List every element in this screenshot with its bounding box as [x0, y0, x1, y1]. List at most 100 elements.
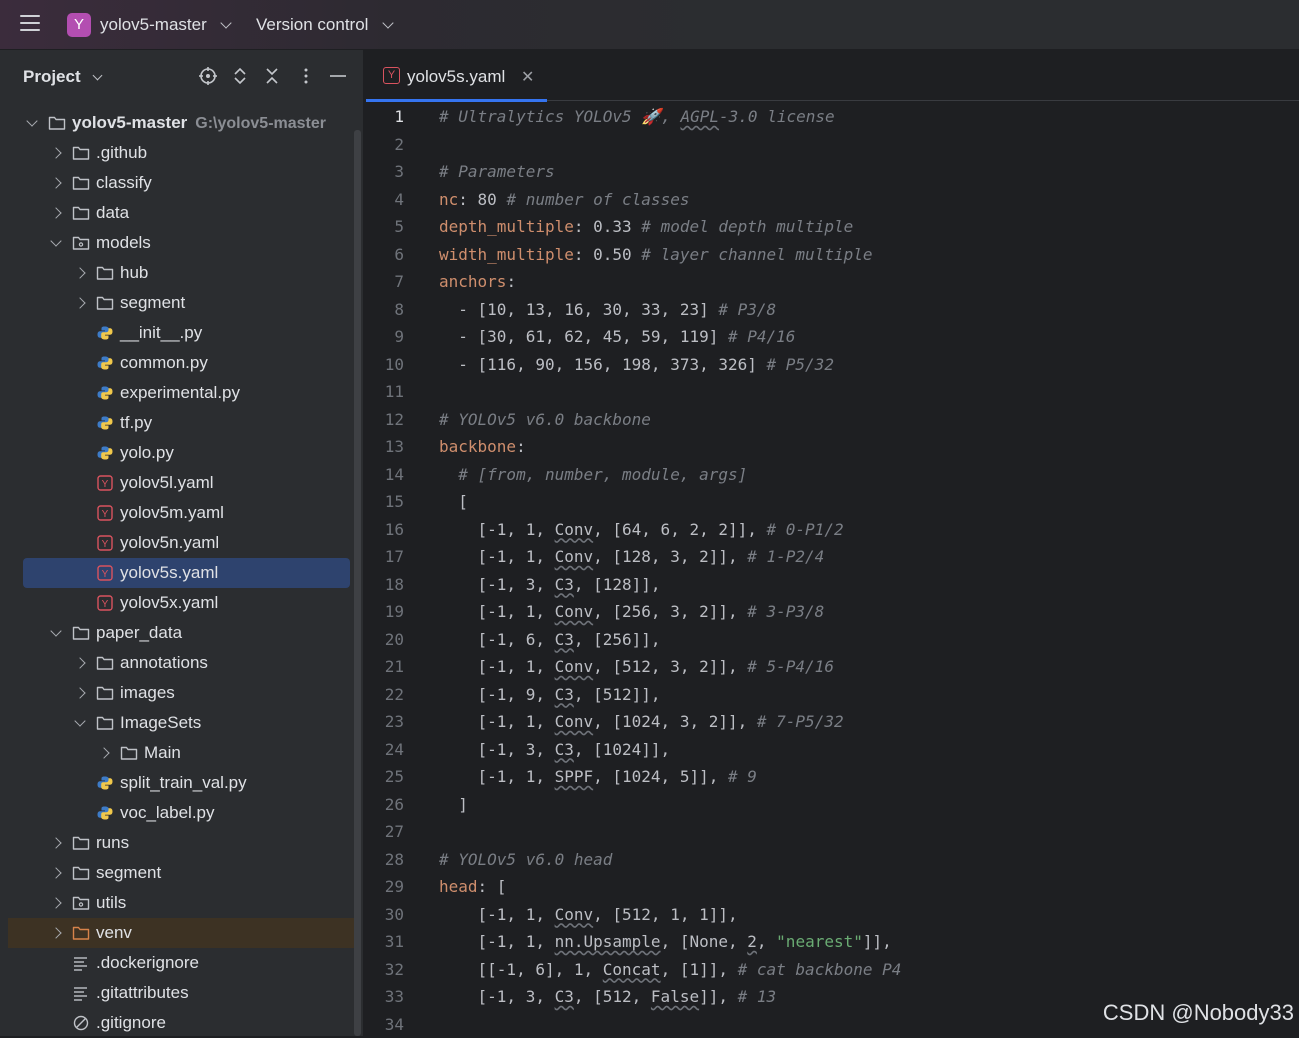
- tree-item[interactable]: hub: [8, 258, 354, 288]
- code-line[interactable]: 6width_multiple: 0.50 # layer channel mu…: [366, 241, 1299, 269]
- code-line[interactable]: 19 [-1, 1, Conv, [256, 3, 2]], # 3-P3/8: [366, 598, 1299, 626]
- chevron-right-icon[interactable]: [74, 657, 85, 668]
- code-line[interactable]: 25 [-1, 1, SPPF, [1024, 5]], # 9: [366, 763, 1299, 791]
- code-line[interactable]: 31 [-1, 1, nn.Upsample, [None, 2, "neare…: [366, 928, 1299, 956]
- tree-item[interactable]: common.py: [8, 348, 354, 378]
- line-number: 30: [366, 901, 404, 929]
- tree-item[interactable]: Main: [8, 738, 354, 768]
- chevron-right-icon[interactable]: [74, 297, 85, 308]
- tree-item[interactable]: segment: [8, 858, 354, 888]
- code-line[interactable]: 24 [-1, 3, C3, [1024]],: [366, 736, 1299, 764]
- options-menu-icon[interactable]: [296, 66, 316, 86]
- tree-item[interactable]: Yyolov5x.yaml: [8, 588, 354, 618]
- panel-title[interactable]: Project: [23, 67, 81, 87]
- code-line[interactable]: 12# YOLOv5 v6.0 backbone: [366, 406, 1299, 434]
- chevron-down-icon[interactable]: [74, 715, 85, 726]
- code-line[interactable]: 26 ]: [366, 791, 1299, 819]
- tree-item[interactable]: runs: [8, 828, 354, 858]
- project-switcher[interactable]: yolov5-master: [100, 15, 207, 35]
- tree-item[interactable]: split_train_val.py: [8, 768, 354, 798]
- code-line[interactable]: 9 - [30, 61, 62, 45, 59, 119] # P4/16: [366, 323, 1299, 351]
- chevron-down-icon[interactable]: [50, 625, 61, 636]
- line-number: 5: [366, 213, 404, 241]
- code-token: [-1, 3,: [439, 987, 555, 1006]
- tree-item[interactable]: annotations: [8, 648, 354, 678]
- chevron-right-icon[interactable]: [50, 147, 61, 158]
- tree-scrollbar[interactable]: [354, 130, 361, 1036]
- code-line[interactable]: 13backbone:: [366, 433, 1299, 461]
- tree-item[interactable]: voc_label.py: [8, 798, 354, 828]
- chevron-down-icon[interactable]: [93, 71, 103, 81]
- code-line[interactable]: 18 [-1, 3, C3, [128]],: [366, 571, 1299, 599]
- code-line[interactable]: 15 [: [366, 488, 1299, 516]
- code-line[interactable]: 8 - [10, 13, 16, 30, 33, 23] # P3/8: [366, 296, 1299, 324]
- project-badge[interactable]: Y: [67, 13, 91, 37]
- chevron-right-icon[interactable]: [50, 897, 61, 908]
- tree-item[interactable]: segment: [8, 288, 354, 318]
- tree-item[interactable]: Yyolov5s.yaml: [23, 558, 350, 588]
- tree-item[interactable]: Yyolov5l.yaml: [8, 468, 354, 498]
- code-line[interactable]: 30 [-1, 1, Conv, [512, 1, 1]],: [366, 901, 1299, 929]
- chevron-right-icon[interactable]: [74, 267, 85, 278]
- hide-panel-icon[interactable]: [328, 66, 348, 86]
- code-line[interactable]: 3# Parameters: [366, 158, 1299, 186]
- tree-item[interactable]: .dockerignore: [8, 948, 354, 978]
- chevron-right-icon[interactable]: [50, 867, 61, 878]
- tree-item[interactable]: ImageSets: [8, 708, 354, 738]
- tab-yolov5s-yaml[interactable]: Y yolov5s.yaml ✕: [366, 50, 547, 101]
- tree-item[interactable]: yolo.py: [8, 438, 354, 468]
- code-line[interactable]: 5depth_multiple: 0.33 # model depth mult…: [366, 213, 1299, 241]
- tree-item[interactable]: classify: [8, 168, 354, 198]
- code-line[interactable]: 2: [366, 131, 1299, 159]
- tree-item[interactable]: .gitattributes: [8, 978, 354, 1008]
- tree-item[interactable]: Yyolov5m.yaml: [8, 498, 354, 528]
- code-line[interactable]: 23 [-1, 1, Conv, [1024, 3, 2]], # 7-P5/3…: [366, 708, 1299, 736]
- code-line[interactable]: 10 - [116, 90, 156, 198, 373, 326] # P5/…: [366, 351, 1299, 379]
- tree-item[interactable]: tf.py: [8, 408, 354, 438]
- code-line[interactable]: 11: [366, 378, 1299, 406]
- code-line[interactable]: 28# YOLOv5 v6.0 head: [366, 846, 1299, 874]
- code-line[interactable]: 20 [-1, 6, C3, [256]],: [366, 626, 1299, 654]
- chevron-down-icon[interactable]: [26, 115, 37, 126]
- close-icon[interactable]: ✕: [521, 67, 534, 87]
- chevron-right-icon[interactable]: [50, 927, 61, 938]
- code-text: anchors:: [439, 268, 516, 296]
- main-menu-icon[interactable]: [20, 15, 40, 33]
- expand-all-icon[interactable]: [230, 66, 250, 86]
- code-line[interactable]: 4nc: 80 # number of classes: [366, 186, 1299, 214]
- tree-item[interactable]: .github: [8, 138, 354, 168]
- tree-item[interactable]: yolov5-masterG:\yolov5-master: [8, 108, 354, 138]
- chevron-right-icon[interactable]: [74, 687, 85, 698]
- tree-item[interactable]: utils: [8, 888, 354, 918]
- locate-file-icon[interactable]: [198, 66, 218, 86]
- tree-item[interactable]: Yyolov5n.yaml: [8, 528, 354, 558]
- code-line[interactable]: 29head: [: [366, 873, 1299, 901]
- tree-item[interactable]: images: [8, 678, 354, 708]
- code-editor[interactable]: 1# Ultralytics YOLOv5 🚀, AGPL-3.0 licens…: [366, 103, 1299, 1038]
- chevron-right-icon[interactable]: [50, 207, 61, 218]
- version-control-menu[interactable]: Version control: [256, 15, 368, 35]
- tree-item[interactable]: paper_data: [8, 618, 354, 648]
- tree-item[interactable]: models: [8, 228, 354, 258]
- tree-item[interactable]: .gitignore: [8, 1008, 354, 1038]
- code-line[interactable]: 22 [-1, 9, C3, [512]],: [366, 681, 1299, 709]
- code-line[interactable]: 14 # [from, number, module, args]: [366, 461, 1299, 489]
- code-line[interactable]: 1# Ultralytics YOLOv5 🚀, AGPL-3.0 licens…: [366, 103, 1299, 131]
- tree-item[interactable]: venv: [8, 918, 354, 948]
- tree-item[interactable]: __init__.py: [8, 318, 354, 348]
- tree-item[interactable]: experimental.py: [8, 378, 354, 408]
- code-line[interactable]: 27: [366, 818, 1299, 846]
- code-line[interactable]: 7anchors:: [366, 268, 1299, 296]
- chevron-right-icon[interactable]: [98, 747, 109, 758]
- code-line[interactable]: 17 [-1, 1, Conv, [128, 3, 2]], # 1-P2/4: [366, 543, 1299, 571]
- tree-item[interactable]: data: [8, 198, 354, 228]
- chevron-down-icon[interactable]: [382, 17, 393, 28]
- chevron-down-icon[interactable]: [50, 235, 61, 246]
- chevron-down-icon[interactable]: [220, 17, 231, 28]
- code-line[interactable]: 21 [-1, 1, Conv, [512, 3, 2]], # 5-P4/16: [366, 653, 1299, 681]
- code-line[interactable]: 32 [[-1, 6], 1, Concat, [1]], # cat back…: [366, 956, 1299, 984]
- chevron-right-icon[interactable]: [50, 177, 61, 188]
- chevron-right-icon[interactable]: [50, 837, 61, 848]
- code-line[interactable]: 16 [-1, 1, Conv, [64, 6, 2, 2]], # 0-P1/…: [366, 516, 1299, 544]
- collapse-all-icon[interactable]: [262, 66, 282, 86]
